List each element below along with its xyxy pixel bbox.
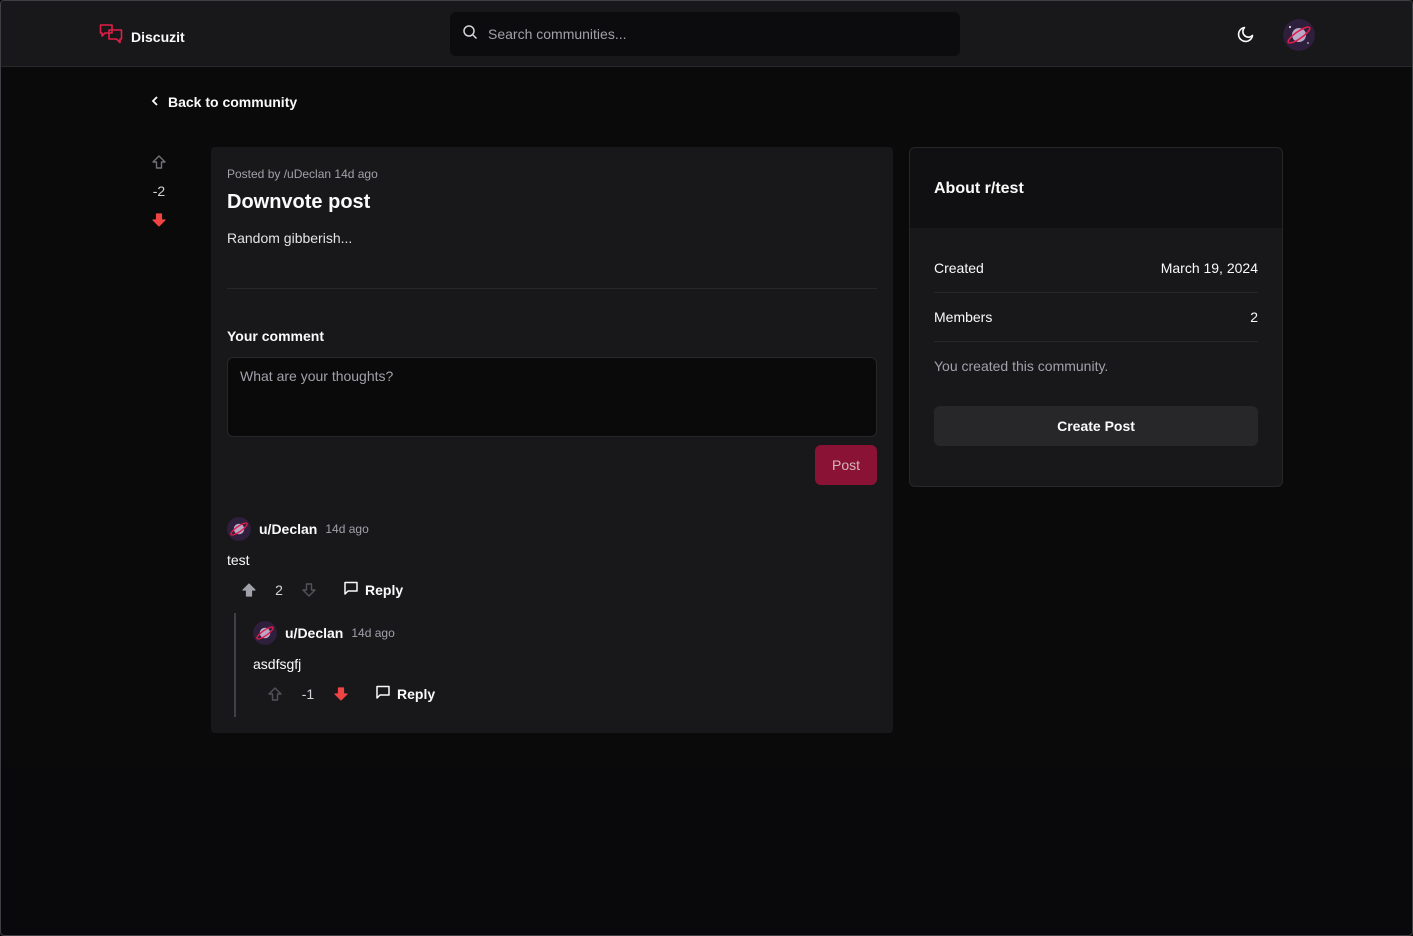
back-to-community-link[interactable]: Back to community <box>150 94 297 110</box>
post-card: Posted by /uDeclan 14d ago Downvote post… <box>211 147 893 733</box>
chevron-left-icon <box>150 94 160 110</box>
reply-label: Reply <box>397 685 436 702</box>
info-divider <box>934 341 1258 342</box>
moon-icon[interactable] <box>1236 24 1256 49</box>
created-row: Created March 19, 2024 <box>934 260 1258 276</box>
comment: u/Declan 14d ago test 2 Reply <box>227 517 403 599</box>
post-title: Downvote post <box>227 191 371 213</box>
post-meta: Posted by /uDeclan 14d ago <box>227 167 378 181</box>
back-link-label: Back to community <box>168 94 298 110</box>
comment-downvote-button[interactable] <box>301 582 317 598</box>
post-downvote-button[interactable] <box>151 212 167 228</box>
comment-time: 14d ago <box>325 522 369 536</box>
creator-note: You created this community. <box>934 358 1109 374</box>
comment-upvote-button[interactable] <box>267 686 283 702</box>
logo-icon <box>99 23 123 50</box>
search-input[interactable] <box>488 26 928 42</box>
community-info-card: About r/test Created March 19, 2024 Memb… <box>909 147 1283 487</box>
top-navbar: Discuzit <box>1 1 1412 67</box>
comment-username[interactable]: u/Declan <box>285 625 343 641</box>
comment-reply-button[interactable]: Reply <box>375 684 435 703</box>
reply-thread-line[interactable] <box>234 613 236 717</box>
comment-text: asdfsgfj <box>253 656 302 672</box>
created-value: March 19, 2024 <box>1160 260 1258 276</box>
created-label: Created <box>934 260 984 276</box>
info-divider <box>934 292 1258 293</box>
message-square-icon <box>343 580 359 599</box>
members-value: 2 <box>1250 309 1258 325</box>
community-info-title: About r/test <box>910 148 1282 228</box>
comment-score: -1 <box>301 685 315 702</box>
message-square-icon <box>375 684 391 703</box>
comment-upvote-button[interactable] <box>241 582 257 598</box>
post-vote-column: -2 <box>146 154 172 228</box>
create-post-button[interactable]: Create Post <box>934 406 1258 446</box>
search-bar[interactable] <box>450 12 960 56</box>
comment-time: 14d ago <box>351 626 395 640</box>
members-label: Members <box>934 309 993 325</box>
post-divider <box>227 288 877 289</box>
comment-username[interactable]: u/Declan <box>259 521 317 537</box>
reply-comment: u/Declan 14d ago asdfsgfj -1 Reply <box>253 621 435 703</box>
comment-reply-button[interactable]: Reply <box>343 580 403 599</box>
comment-downvote-button[interactable] <box>333 686 349 702</box>
search-icon <box>462 24 478 45</box>
comment-score: 2 <box>275 581 283 598</box>
reply-label: Reply <box>365 581 404 598</box>
post-upvote-button[interactable] <box>151 154 167 170</box>
comment-text: test <box>227 552 250 568</box>
members-row: Members 2 <box>934 309 1258 325</box>
brand[interactable]: Discuzit <box>99 23 185 50</box>
post-comment-button[interactable]: Post <box>815 445 877 485</box>
avatar[interactable] <box>253 621 277 645</box>
app-window: Discuzit Search communities... Back to c… <box>0 0 1413 936</box>
comment-textarea[interactable] <box>227 357 877 437</box>
avatar[interactable] <box>227 517 251 541</box>
user-avatar[interactable] <box>1283 19 1315 51</box>
post-body: Random gibberish... <box>227 230 353 246</box>
post-score: -2 <box>152 183 166 199</box>
comment-form-label: Your comment <box>227 328 324 344</box>
brand-name: Discuzit <box>131 28 185 45</box>
